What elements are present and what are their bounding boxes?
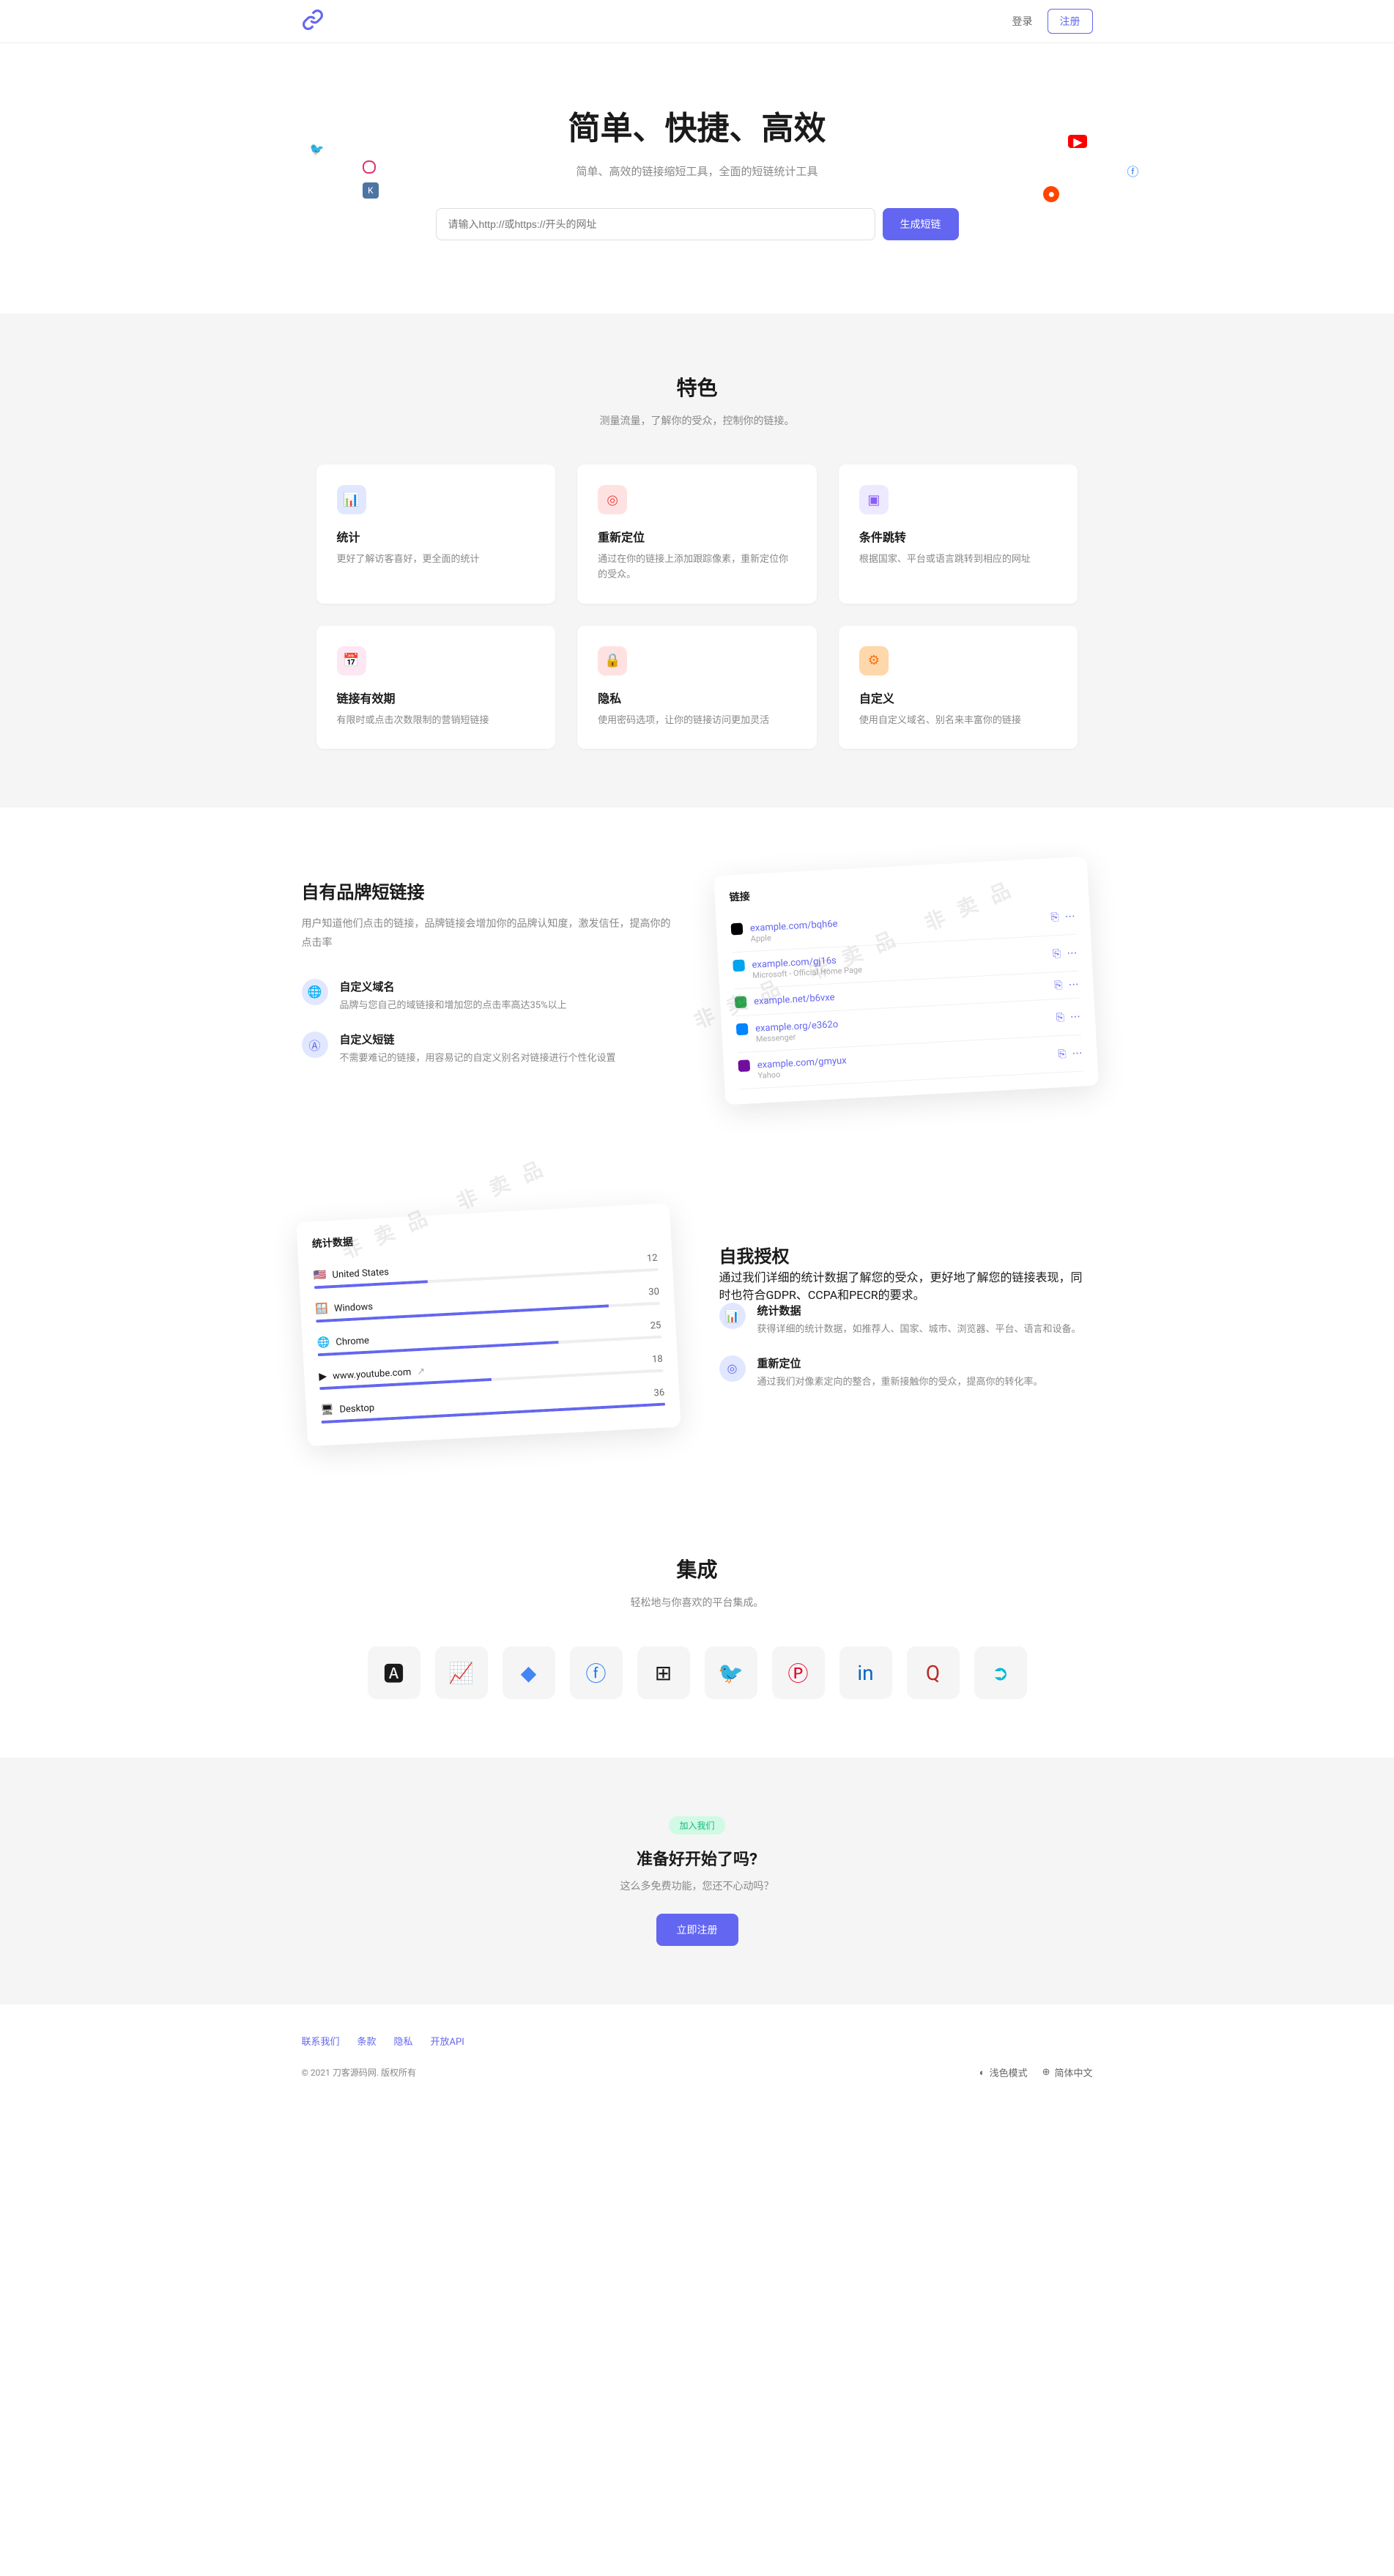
more-icon[interactable]: ⋯ <box>1066 947 1077 960</box>
pinterest-icon[interactable]: Ⓟ <box>772 1646 825 1699</box>
facebook-icon: ⓕ <box>1122 160 1143 181</box>
gear-icon: ⚙ <box>859 646 889 676</box>
auth-section: 统计数据 🇺🇸United States12🪟Windows30🌐Chrome2… <box>0 1154 1394 1495</box>
hero-subtitle: 简单、高效的链接缩短工具，全面的短链统计工具 <box>0 163 1394 179</box>
stats-mockup: 统计数据 🇺🇸United States12🪟Windows30🌐Chrome2… <box>296 1203 681 1446</box>
feature-card: 🔒隐私使用密码选项，让你的链接访问更加灵活 <box>577 626 817 750</box>
microsoft-icon[interactable]: ⊞ <box>637 1646 690 1699</box>
generate-button[interactable]: 生成短链 <box>883 208 959 240</box>
copy-icon[interactable]: ⎘ <box>1056 1012 1064 1024</box>
integrations-section: 集成 轻松地与你喜欢的平台集成。 🅰 📈 ◆ ⓕ ⊞ 🐦 Ⓟ in Q ➲ <box>0 1495 1394 1758</box>
cta-section: 加入我们 准备好开始了吗? 这么多免费功能，您还不心动吗？ 立即注册 <box>0 1758 1394 2005</box>
integrations-subtitle: 轻松地与你喜欢的平台集成。 <box>0 1595 1394 1610</box>
feature-card: ⚙自定义使用自定义域名、别名来丰富你的链接 <box>839 626 1078 750</box>
google-analytics-icon[interactable]: 📈 <box>435 1646 488 1699</box>
copy-icon[interactable]: ⎘ <box>1054 980 1063 992</box>
more-icon[interactable]: ⋯ <box>1069 1011 1080 1024</box>
chart-icon: 📊 <box>337 485 366 514</box>
youtube-icon: ▶ <box>1068 135 1087 148</box>
copy-icon[interactable]: ⎘ <box>1050 911 1059 924</box>
auth-item: 📊 统计数据获得详细的统计数据，如推荐人、国家、城市、浏览器、平台、语言和设备。 <box>719 1303 1093 1338</box>
instagram-icon <box>363 160 376 174</box>
feature-card: ◎重新定位通过在你的链接上添加跟踪像素，重新定位你的受众。 <box>577 465 817 604</box>
more-icon[interactable]: ⋯ <box>1068 979 1079 991</box>
copy-icon[interactable]: ⎘ <box>1052 948 1061 961</box>
cta-title: 准备好开始了吗? <box>0 1846 1394 1870</box>
feature-card: ▣条件跳转根据国家、平台或语言跳转到相应的网址 <box>839 465 1078 604</box>
copy-icon[interactable]: ⎘ <box>1057 1048 1066 1061</box>
alias-icon: Ⓐ <box>302 1032 328 1058</box>
retarget-icon: ◎ <box>719 1355 746 1382</box>
links-mockup: 链接 example.com/bqh6eApple⎘⋯example.com/g… <box>713 856 1099 1105</box>
footer-link[interactable]: 联系我们 <box>302 2034 340 2048</box>
twitter-icon: 🐦 <box>307 138 327 159</box>
twitter-icon[interactable]: 🐦 <box>705 1646 757 1699</box>
features-section: 特色 测量流量，了解你的受众，控制你的链接。 📊统计更好了解访客喜好，更全面的统… <box>0 314 1394 807</box>
moon-icon: ◐ <box>979 2067 985 2079</box>
reddit-icon: ● <box>1043 186 1059 202</box>
brand-item: 🌐 自定义域名品牌与您自己的域链接和增加您的点击率高达35%以上 <box>302 979 675 1014</box>
footer-link[interactable]: 条款 <box>357 2034 377 2048</box>
brand-title: 自有品牌短链接 <box>302 878 675 903</box>
calendar-icon: 📅 <box>337 646 366 676</box>
brand-section: 自有品牌短链接 用户知道他们点击的链接，品牌链接会增加你的品牌认知度，激发信任，… <box>0 807 1394 1154</box>
feature-card: 📅链接有效期有限时或点击次数限制的营销短链接 <box>316 626 556 750</box>
copyright: © 2021 刀客源码网. 版权所有 <box>302 2066 417 2079</box>
cta-desc: 这么多免费功能，您还不心动吗？ <box>0 1879 1394 1893</box>
hero-section: 🐦 Κ ▶ ⓕ ● 简单、快捷、高效 简单、高效的链接缩短工具，全面的短链统计工… <box>0 43 1394 314</box>
hero-title: 简单、快捷、高效 <box>0 102 1394 149</box>
auth-title: 自我授权 <box>719 1242 1093 1267</box>
login-link[interactable]: 登录 <box>1004 10 1042 33</box>
url-input[interactable] <box>436 208 875 240</box>
logo[interactable] <box>302 9 324 34</box>
features-subtitle: 测量流量，了解你的受众，控制你的链接。 <box>0 413 1394 428</box>
features-title: 特色 <box>0 372 1394 401</box>
vk-icon: Κ <box>363 182 379 199</box>
integrations-title: 集成 <box>0 1554 1394 1583</box>
footer-link[interactable]: 开放API <box>431 2034 464 2048</box>
auth-item: ◎ 重新定位通过我们对像素定向的整合，重新接触你的受众，提高你的转化率。 <box>719 1355 1093 1391</box>
brand-item: Ⓐ 自定义短链不需要难记的链接，用容易记的自定义别名对链接进行个性化设置 <box>302 1032 675 1067</box>
brand-desc: 用户知道他们点击的链接，品牌链接会增加你的品牌认知度，激发信任，提高你的点击率 <box>302 915 675 952</box>
target-icon: ◎ <box>598 485 627 514</box>
cta-button[interactable]: 立即注册 <box>656 1914 738 1946</box>
globe-icon: ⊕ <box>1042 2067 1050 2078</box>
more-icon[interactable]: ⋯ <box>1072 1047 1083 1059</box>
quora-icon[interactable]: Q <box>907 1646 960 1699</box>
feature-card: 📊统计更好了解访客喜好，更全面的统计 <box>316 465 556 604</box>
header: 登录 注册 <box>0 0 1394 43</box>
cta-badge: 加入我们 <box>669 1816 724 1835</box>
globe-icon: 🌐 <box>302 979 328 1005</box>
register-button[interactable]: 注册 <box>1048 9 1093 34</box>
google-ads-icon[interactable]: 🅰 <box>368 1646 420 1699</box>
footer-link[interactable]: 隐私 <box>394 2034 413 2048</box>
darkmode-toggle[interactable]: ◐浅色模式 <box>979 2065 1028 2079</box>
google-tag-icon[interactable]: ◆ <box>503 1646 555 1699</box>
more-icon[interactable]: ⋯ <box>1064 911 1075 923</box>
lock-icon: 🔒 <box>598 646 627 676</box>
facebook-icon[interactable]: ⓕ <box>570 1646 623 1699</box>
language-toggle[interactable]: ⊕简体中文 <box>1042 2065 1093 2079</box>
footer: 联系我们 条款 隐私 开放API © 2021 刀客源码网. 版权所有 ◐浅色模式 ⊕… <box>0 2005 1394 2109</box>
linkedin-icon[interactable]: in <box>839 1646 892 1699</box>
window-icon: ▣ <box>859 485 889 514</box>
other-icon[interactable]: ➲ <box>974 1646 1027 1699</box>
auth-desc: 通过我们详细的统计数据了解您的受众，更好地了解您的链接表现，同时也符合GDPR、… <box>719 1267 1093 1303</box>
stats-icon: 📊 <box>719 1303 746 1329</box>
